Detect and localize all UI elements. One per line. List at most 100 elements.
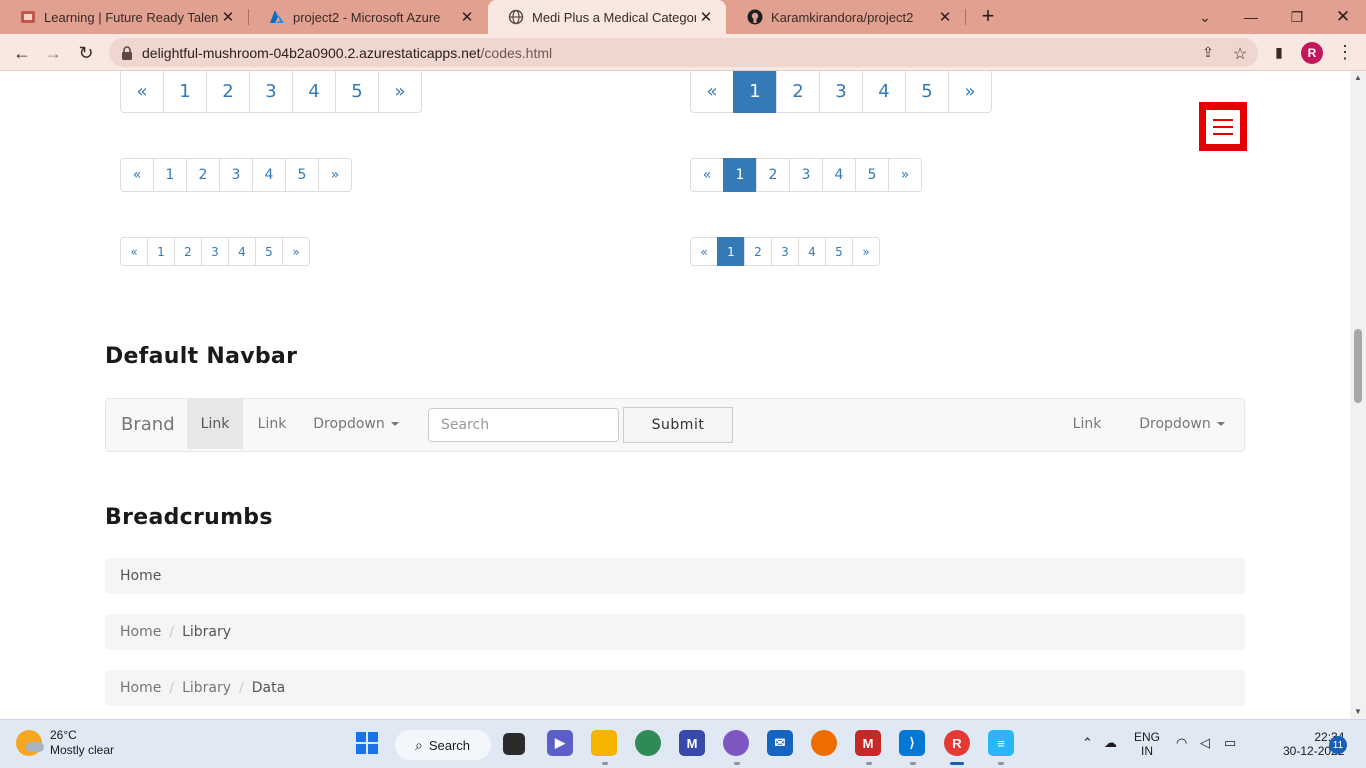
pagination-page[interactable]: 5: [855, 158, 889, 192]
battery-icon[interactable]: ▭: [1224, 736, 1236, 750]
pagination-next[interactable]: »: [318, 158, 352, 192]
navbar-search-input[interactable]: [428, 408, 619, 442]
pagination-page[interactable]: 5: [825, 237, 853, 266]
pagination-page-active[interactable]: 1: [733, 71, 777, 113]
pagination-page[interactable]: 3: [819, 71, 863, 113]
pagination-prev[interactable]: «: [690, 237, 718, 266]
pagination-prev[interactable]: «: [120, 71, 164, 113]
windows-start-icon[interactable]: [354, 730, 380, 756]
pagination-page[interactable]: 5: [335, 71, 379, 113]
navbar-link[interactable]: Link: [247, 399, 297, 449]
tab-github[interactable]: Karamkirandora/project2 ✕: [727, 0, 965, 34]
teams-chat-icon[interactable]: ▶: [547, 730, 573, 756]
pagination-page[interactable]: 2: [756, 158, 790, 192]
firefox-icon[interactable]: [811, 730, 837, 756]
pagination-page[interactable]: 3: [789, 158, 823, 192]
address-bar[interactable]: delightful-mushroom-04b2a0900.2.azuresta…: [109, 38, 1258, 67]
tab-azure[interactable]: project2 - Microsoft Azure ✕: [249, 0, 487, 34]
pagination-page-active[interactable]: 1: [723, 158, 757, 192]
share-icon[interactable]: ⇪: [1199, 44, 1217, 62]
close-icon[interactable]: ✕: [218, 8, 238, 26]
navbar-right-dropdown[interactable]: Dropdown: [1122, 399, 1242, 449]
breadcrumb-link[interactable]: Library: [182, 680, 231, 696]
pagination-next[interactable]: »: [888, 158, 922, 192]
tab-search-chevron-icon[interactable]: ⌄: [1182, 0, 1228, 34]
chevron-up-icon[interactable]: ⌃: [1082, 736, 1093, 750]
pagination-page[interactable]: 1: [163, 71, 207, 113]
scroll-up-arrow-icon[interactable]: ▲: [1353, 73, 1363, 82]
pagination-next[interactable]: »: [948, 71, 992, 113]
scrollbar-thumb[interactable]: [1354, 329, 1362, 403]
task-view-icon[interactable]: [503, 733, 525, 755]
pagination-page-active[interactable]: 1: [717, 237, 745, 266]
vscode-icon[interactable]: ⟩: [899, 730, 925, 756]
close-window-icon[interactable]: ✕: [1320, 0, 1366, 34]
chrome-icon[interactable]: R: [944, 730, 970, 756]
tab-learning[interactable]: Learning | Future Ready Talent ✕: [0, 0, 248, 34]
breadcrumb-link[interactable]: Home: [120, 624, 161, 640]
pagination-page[interactable]: 2: [744, 237, 772, 266]
more-menu-icon[interactable]: ⋮: [1336, 42, 1354, 64]
minimize-icon[interactable]: —: [1228, 0, 1274, 34]
pagination-page[interactable]: 3: [219, 158, 253, 192]
notepad-icon[interactable]: ≡: [988, 730, 1014, 756]
notification-badge[interactable]: 11: [1329, 736, 1347, 754]
wifi-icon[interactable]: ◠: [1176, 736, 1187, 750]
restore-icon[interactable]: ❐: [1274, 0, 1320, 34]
close-icon[interactable]: ✕: [696, 8, 716, 26]
scroll-down-arrow-icon[interactable]: ▼: [1353, 707, 1363, 716]
pagination-page[interactable]: 1: [153, 158, 187, 192]
pagination-next[interactable]: »: [378, 71, 422, 113]
close-icon[interactable]: ✕: [935, 8, 955, 26]
side-panel-icon[interactable]: ▮: [1270, 44, 1288, 62]
pagination-page[interactable]: 4: [822, 158, 856, 192]
navbar-submit-button[interactable]: Submit: [623, 407, 733, 443]
page-scrollbar[interactable]: ▲ ▼: [1350, 71, 1366, 719]
profile-avatar[interactable]: R: [1301, 42, 1323, 64]
back-arrow-icon[interactable]: ←: [9, 40, 35, 66]
language-indicator[interactable]: ENG IN: [1134, 730, 1160, 758]
pagination-page[interactable]: 4: [862, 71, 906, 113]
pagination-page[interactable]: 4: [292, 71, 336, 113]
pagination-next[interactable]: »: [282, 237, 310, 266]
file-explorer-icon[interactable]: [591, 730, 617, 756]
app-icon[interactable]: M: [679, 730, 705, 756]
pagination-page[interactable]: 2: [186, 158, 220, 192]
pagination-page[interactable]: 4: [252, 158, 286, 192]
hamburger-menu-button[interactable]: [1199, 102, 1247, 151]
onedrive-cloud-icon[interactable]: ☁: [1104, 736, 1117, 750]
volume-icon[interactable]: ◁: [1200, 736, 1210, 750]
bookmark-star-icon[interactable]: ☆: [1231, 44, 1249, 63]
weather-widget[interactable]: 26°C Mostly clear: [16, 728, 114, 758]
pagination-page[interactable]: 2: [174, 237, 202, 266]
pagination-page[interactable]: 3: [771, 237, 799, 266]
edge-icon[interactable]: [635, 730, 661, 756]
forward-arrow-icon[interactable]: →: [40, 40, 66, 66]
pagination-prev[interactable]: «: [690, 158, 724, 192]
pagination-page[interactable]: 4: [798, 237, 826, 266]
copilot-icon[interactable]: [723, 730, 749, 756]
tab-medi-plus[interactable]: Medi Plus a Medical Category Fla ✕: [488, 0, 726, 34]
pagination-page[interactable]: 2: [776, 71, 820, 113]
mcafee-icon[interactable]: M: [855, 730, 881, 756]
pagination-page[interactable]: 4: [228, 237, 256, 266]
reload-icon[interactable]: ↻: [73, 40, 99, 66]
taskbar-search[interactable]: ⌕ Search: [395, 730, 491, 760]
navbar-brand[interactable]: Brand: [121, 399, 175, 451]
navbar-right-link[interactable]: Link: [1062, 399, 1112, 449]
pagination-prev[interactable]: «: [690, 71, 734, 113]
navbar-link-active[interactable]: Link: [187, 399, 243, 449]
pagination-prev[interactable]: «: [120, 158, 154, 192]
close-icon[interactable]: ✕: [457, 8, 477, 26]
pagination-prev[interactable]: «: [120, 237, 148, 266]
mail-icon[interactable]: ✉: [767, 730, 793, 756]
breadcrumb-link[interactable]: Home: [120, 680, 161, 696]
pagination-page[interactable]: 3: [249, 71, 293, 113]
pagination-page[interactable]: 5: [255, 237, 283, 266]
new-tab-icon[interactable]: +: [976, 5, 1000, 29]
pagination-page[interactable]: 5: [905, 71, 949, 113]
pagination-page[interactable]: 2: [206, 71, 250, 113]
pagination-page[interactable]: 5: [285, 158, 319, 192]
pagination-page[interactable]: 1: [147, 237, 175, 266]
navbar-dropdown[interactable]: Dropdown: [306, 399, 406, 449]
